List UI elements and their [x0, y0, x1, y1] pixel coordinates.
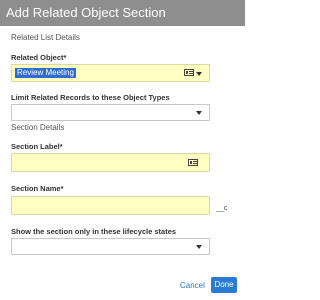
dialog-title: Add Related Object Section [0, 0, 245, 26]
section-label-input[interactable] [11, 153, 210, 172]
chevron-down-icon [196, 245, 202, 249]
section-name-label: Section Name* [11, 184, 64, 193]
chevron-down-icon[interactable] [196, 72, 202, 76]
section-label-label: Section Label* [11, 142, 63, 151]
translate-icon[interactable] [188, 159, 198, 166]
add-related-object-section-dialog: Add Related Object Section Related List … [0, 0, 245, 300]
lookup-icon[interactable] [184, 69, 194, 76]
section-details-heading: Section Details [11, 123, 65, 132]
related-list-details-heading: Related List Details [11, 33, 80, 42]
done-button[interactable]: Done [211, 277, 237, 293]
related-object-label: Related Object* [11, 53, 67, 62]
section-name-suffix: __c [216, 205, 228, 212]
chevron-down-icon [196, 111, 202, 115]
section-name-input[interactable] [11, 196, 210, 215]
limit-types-label: Limit Related Records to these Object Ty… [11, 93, 170, 102]
lifecycle-states-label: Show the section only in these lifecycle… [11, 227, 177, 236]
limit-types-select[interactable] [11, 104, 210, 121]
related-object-value[interactable]: Review Meeting [15, 68, 76, 78]
related-object-field[interactable]: Review Meeting [11, 64, 210, 82]
cancel-button[interactable]: Cancel [180, 281, 205, 290]
lifecycle-states-select[interactable] [11, 238, 210, 255]
